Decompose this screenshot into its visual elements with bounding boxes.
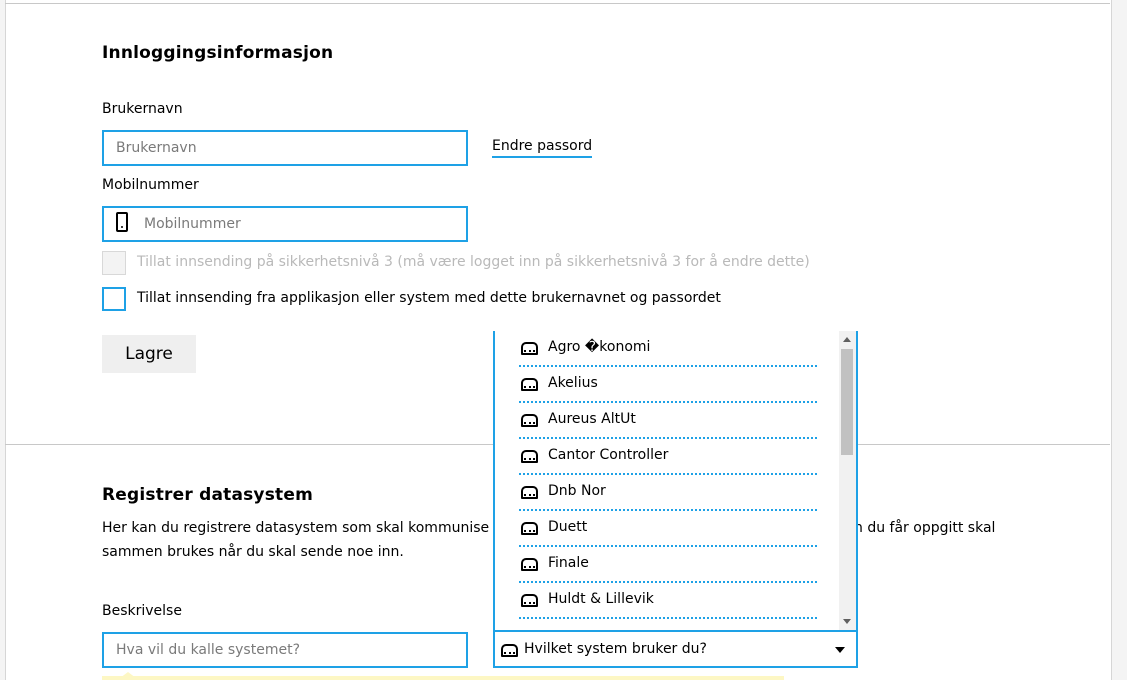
system-option-label: Finale [548, 555, 589, 571]
system-icon [521, 450, 538, 463]
login-heading: Innloggingsinformasjon [102, 43, 334, 63]
system-option[interactable]: Aureus AltUt [519, 403, 817, 439]
system-icon [521, 522, 538, 535]
system-icon [521, 342, 538, 355]
mobile-field [102, 206, 468, 242]
chevron-down-icon [835, 647, 845, 653]
system-option-label: Cantor Controller [548, 447, 669, 463]
system-option[interactable]: Cantor Controller [519, 439, 817, 475]
register-description-line2: sammen brukes når du skal sende noe inn. [102, 544, 404, 560]
system-option[interactable]: Duett [519, 511, 817, 547]
system-option[interactable]: Agro �konomi [519, 331, 817, 367]
register-description-line1-left: Her kan du registrere datasystem som ska… [102, 520, 490, 536]
system-option[interactable]: Huldt & Lillevik [519, 583, 817, 619]
mobile-input[interactable] [102, 206, 468, 242]
top-divider [5, 3, 1110, 4]
system-option-label: Dnb Nor [548, 483, 606, 499]
phone-icon [116, 212, 128, 232]
system-option-label: Akelius [548, 375, 598, 391]
system-option[interactable]: Dnb Nor [519, 475, 817, 511]
register-description-line1-right: n du får oppgitt skal [854, 520, 996, 536]
scrollbar-thumb[interactable] [841, 349, 853, 455]
scroll-down-arrow-icon[interactable] [843, 619, 851, 624]
system-option-label: Aureus AltUt [548, 411, 636, 427]
system-option[interactable]: Finale [519, 547, 817, 583]
register-heading: Registrer datasystem [102, 485, 314, 505]
system-icon [501, 644, 518, 657]
system-option-label: Agro �konomi [548, 339, 651, 355]
system-select-label: Hvilket system bruker du? [524, 641, 707, 657]
system-dropdown-list[interactable]: Agro �konomi Akelius Aureus AltUt Cantor… [493, 331, 858, 630]
description-input[interactable] [102, 632, 468, 668]
system-option-label: Duett [548, 519, 588, 535]
system-icon [521, 378, 538, 391]
system-icon [521, 594, 538, 607]
username-label: Brukernavn [102, 101, 183, 117]
save-button[interactable]: Lagre [102, 335, 196, 373]
dropdown-scrollbar[interactable] [839, 331, 856, 630]
app-submission-checkbox[interactable] [102, 287, 126, 311]
system-select[interactable]: Hvilket system bruker du? [493, 630, 858, 668]
security-level-checkbox-label: Tillat innsending på sikkerhetsnivå 3 (m… [137, 254, 810, 270]
scroll-up-arrow-icon[interactable] [843, 337, 851, 342]
description-label: Beskrivelse [102, 603, 182, 619]
change-password-link[interactable]: Endre passord [492, 138, 593, 158]
system-option-label: Huldt & Lillevik [548, 591, 654, 607]
hint-box [102, 676, 784, 680]
app-submission-checkbox-label: Tillat innsending fra applikasjon eller … [137, 290, 721, 306]
system-icon [521, 414, 538, 427]
mobile-label: Mobilnummer [102, 177, 199, 193]
security-level-checkbox [102, 251, 126, 275]
username-input[interactable] [102, 130, 468, 166]
system-icon [521, 486, 538, 499]
system-icon [521, 558, 538, 571]
system-option[interactable]: Akelius [519, 367, 817, 403]
